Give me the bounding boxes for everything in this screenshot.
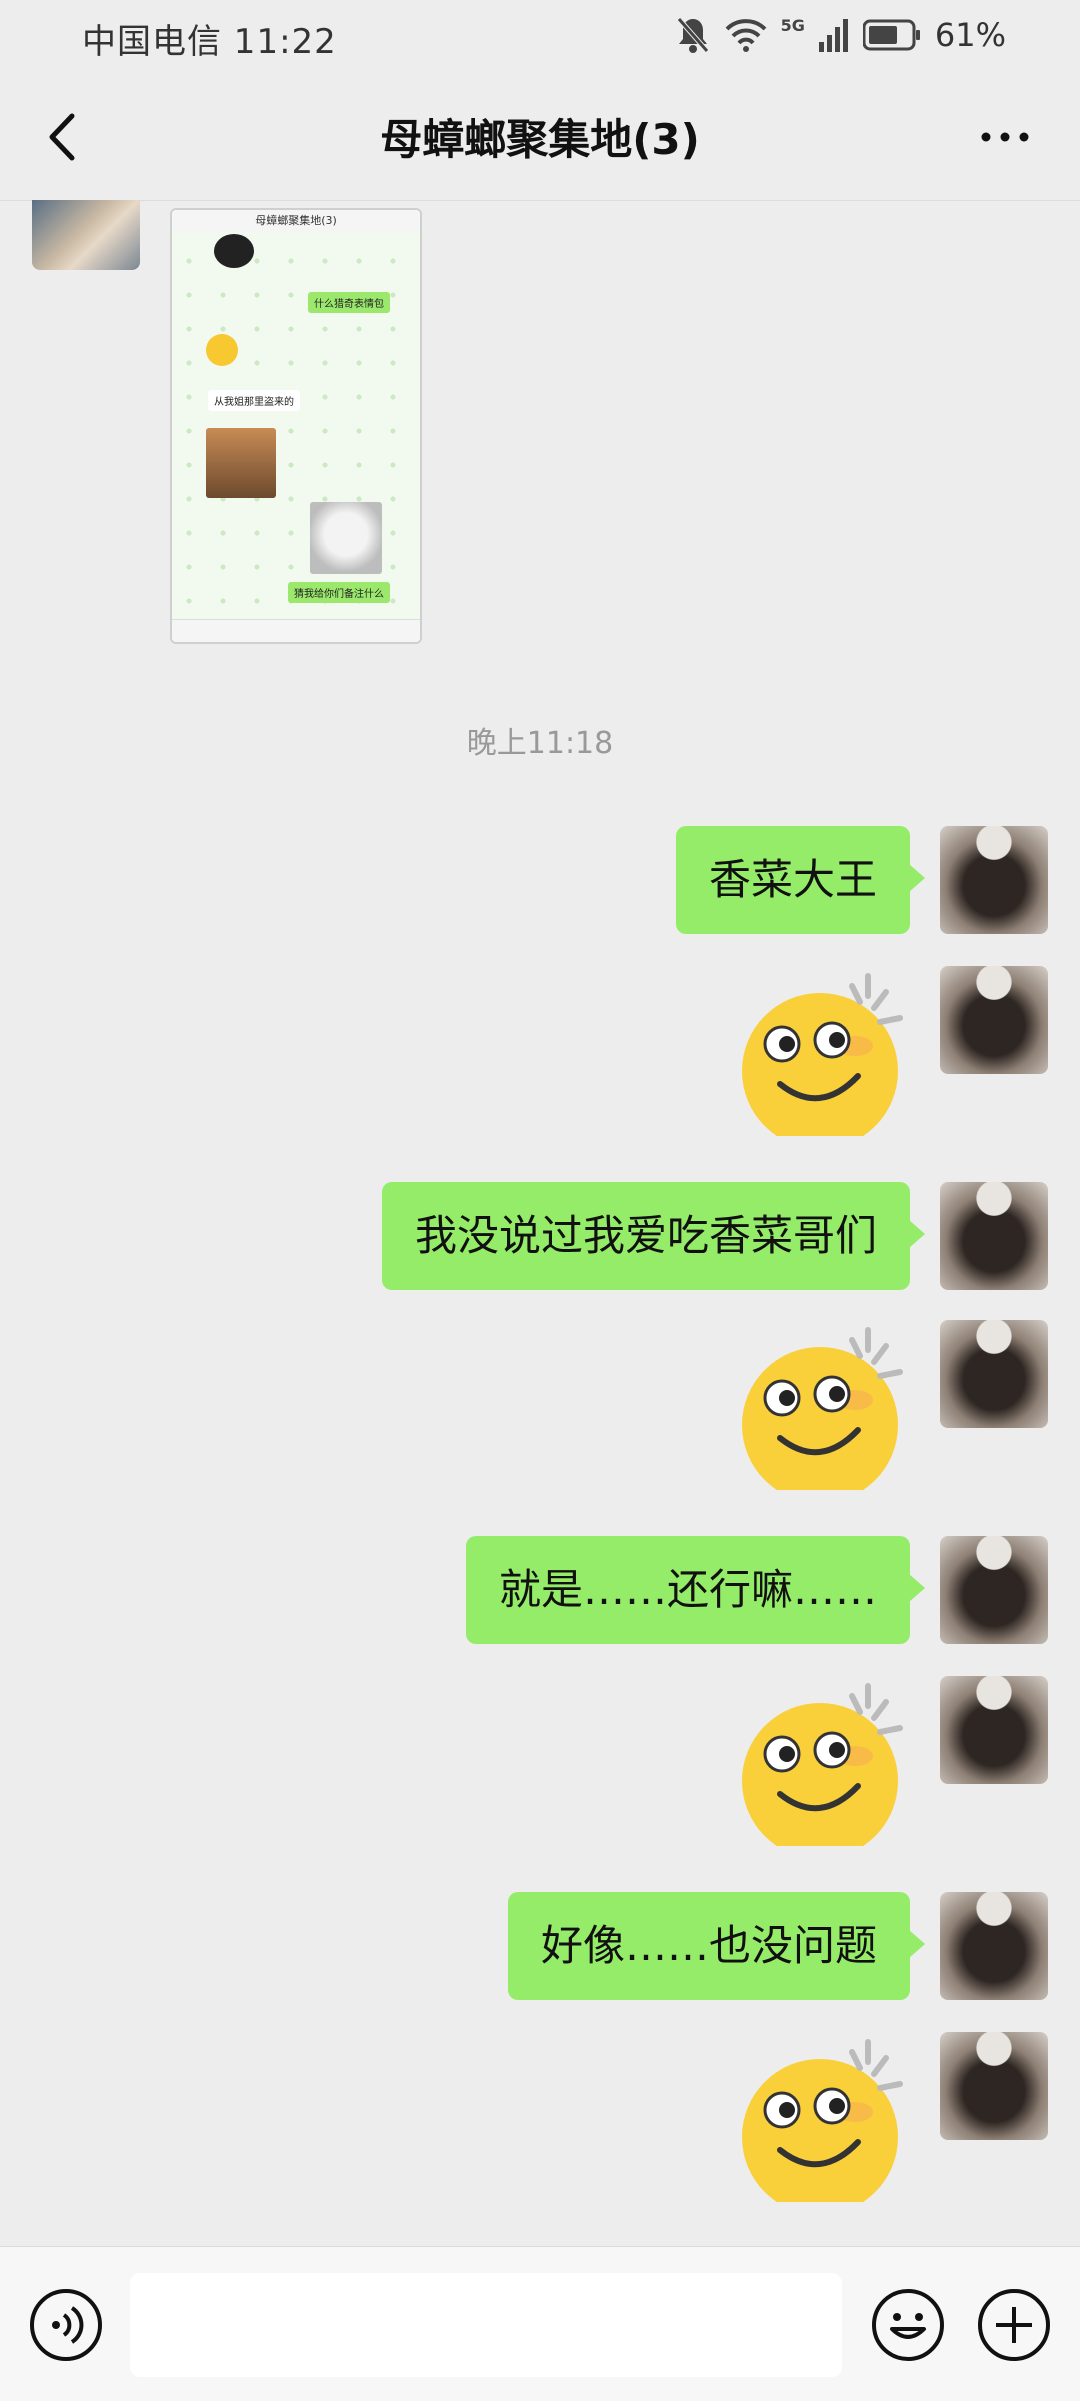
self-avatar[interactable]: [940, 1320, 1048, 1428]
shot-cat-photo: [310, 502, 382, 574]
chat-input-bar: [0, 2246, 1080, 2401]
sly-smile-emoji-icon[interactable]: [740, 966, 910, 1136]
battery-percent: 61%: [934, 16, 1006, 54]
sly-smile-emoji-icon[interactable]: [740, 1676, 910, 1846]
message-bubble[interactable]: 就是……还行嘛……: [465, 1536, 926, 1644]
wifi-icon: [725, 19, 767, 52]
self-avatar[interactable]: [940, 826, 1048, 934]
self-avatar[interactable]: [940, 1536, 1048, 1644]
carrier-time: 中国电信 11:22: [82, 22, 337, 62]
self-avatar[interactable]: [940, 1892, 1048, 2000]
chat-header: 母蟑螂聚集地(3): [0, 72, 1080, 201]
emoji-icon[interactable]: [870, 2287, 946, 2363]
more-dots-icon[interactable]: [970, 102, 1040, 172]
signal-icon: [818, 19, 848, 52]
message-bubble[interactable]: 好像……也没问题: [507, 1892, 926, 2000]
shot-bubble-3: 猜我给你们备注什么: [288, 582, 390, 603]
status-icons: 5G 61%: [675, 10, 1006, 60]
status-bar: 中国电信 11:22 5G 61%: [0, 0, 1080, 72]
self-avatar[interactable]: [940, 1676, 1048, 1784]
self-avatar[interactable]: [940, 1182, 1048, 1290]
message-timestamp: 晚上11:18: [466, 726, 614, 761]
voice-icon[interactable]: [28, 2287, 104, 2363]
self-avatar[interactable]: [940, 966, 1048, 1074]
sender-avatar[interactable]: [32, 200, 140, 270]
sly-smile-emoji-icon[interactable]: [740, 1320, 910, 1490]
self-avatar[interactable]: [940, 2032, 1048, 2140]
message-bubble[interactable]: 我没说过我爱吃香菜哥们: [381, 1182, 926, 1290]
shot-bubble-1: 什么猎奇表情包: [308, 292, 390, 313]
shot-dog-photo: [206, 428, 276, 498]
shared-screenshot-image[interactable]: 母蟑螂聚集地(3) 什么猎奇表情包 从我姐那里盗来的 猜我给你们备注什么: [170, 208, 422, 644]
message-bubble[interactable]: 香菜大王: [675, 826, 926, 934]
bell-muted-icon: [676, 17, 709, 53]
sly-smile-emoji-icon[interactable]: [740, 2032, 910, 2202]
shot-avatar: [214, 234, 254, 268]
plus-icon[interactable]: [976, 2287, 1052, 2363]
shot-emoji: [206, 334, 238, 366]
network-label: 5G: [780, 16, 805, 35]
shot-input-bar: [172, 619, 420, 642]
message-input[interactable]: [130, 2273, 842, 2377]
chat-title: 母蟑螂聚集地(3): [380, 115, 700, 164]
battery-icon: [862, 19, 920, 51]
shot-title: 母蟑螂聚集地(3): [172, 210, 420, 232]
shot-bubble-2: 从我姐那里盗来的: [208, 390, 300, 411]
